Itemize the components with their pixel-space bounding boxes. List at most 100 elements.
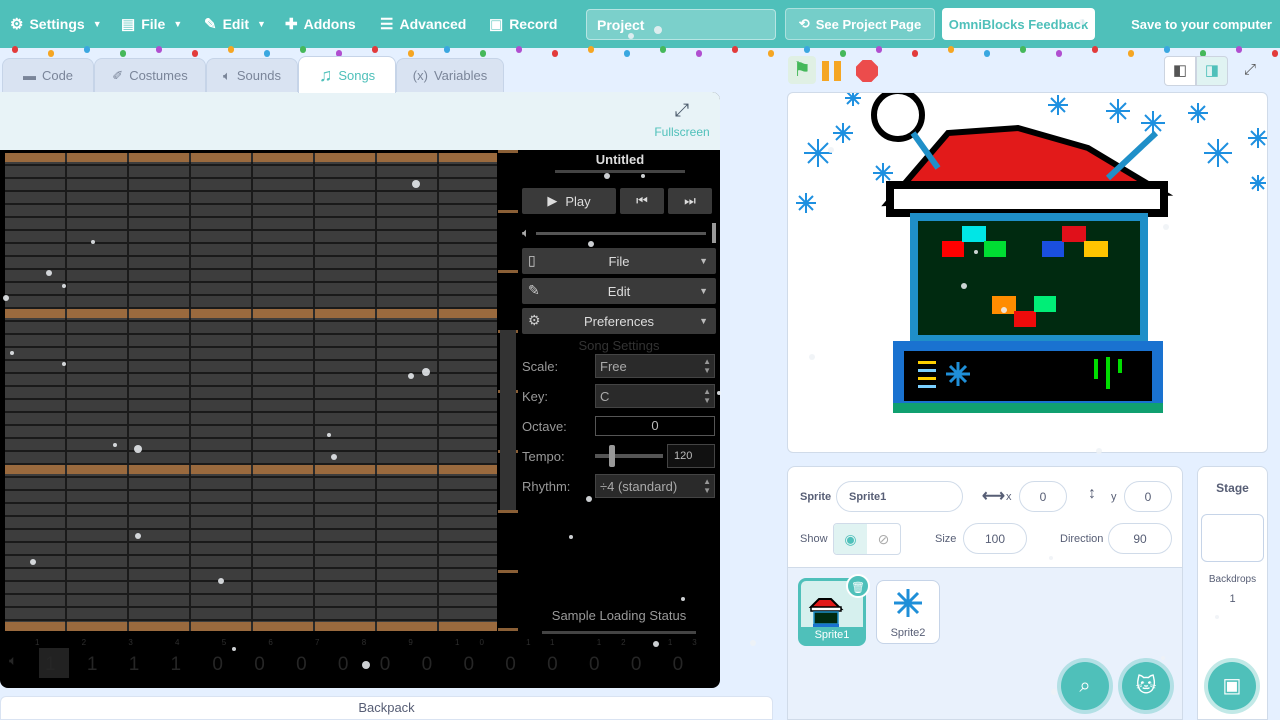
tab-sounds[interactable]: 🔈︎ Sounds xyxy=(206,58,298,92)
file-dropdown[interactable]: ▯ File ▼ xyxy=(522,248,716,274)
search-sprite-button[interactable]: ⌕ xyxy=(1061,662,1109,710)
tab-songs[interactable]: ♫ Songs xyxy=(298,56,396,93)
editor-toolbar: ⤢ Fullscreen xyxy=(0,92,720,150)
pencil-icon: ✎ xyxy=(204,16,217,33)
light-bulb xyxy=(120,50,126,57)
add-sprite-button[interactable]: 🐱︎ xyxy=(1122,662,1170,710)
addons-menu[interactable]: ✚ Addons xyxy=(285,0,356,48)
sample-loading-status: Sample Loading Status xyxy=(551,608,687,623)
song-control-panel: Untitled ▶ Play ⏮︎ ⏭︎ 🔈︎ ▯ File ▼ ✎ Edit… xyxy=(522,152,718,634)
large-stage-button[interactable]: ◨ xyxy=(1196,56,1228,86)
eye-icon[interactable]: ◉ xyxy=(834,524,867,554)
fullscreen-button[interactable]: ⤢ Fullscreen xyxy=(652,100,712,146)
file-menu-label: File xyxy=(141,16,166,32)
fullscreen-stage-button[interactable]: ⤢ xyxy=(1234,56,1266,86)
tempo-slider[interactable] xyxy=(595,445,663,467)
updown-icon: ▲ ▼ xyxy=(703,387,711,405)
volume-slider[interactable] xyxy=(535,231,706,235)
eye-hidden-icon[interactable]: ⊘ xyxy=(867,524,900,554)
preferences-dropdown[interactable]: ⚙ Preferences ▼ xyxy=(522,308,716,334)
chevron-down-icon: ▼ xyxy=(173,19,183,29)
sprite-info-panel: Sprite ⟷ x 0 ↕ y 0 Show ◉ ⊘ Size 100 Dir… xyxy=(787,466,1183,568)
octave-marker xyxy=(498,570,518,573)
record-menu-label: Record xyxy=(509,16,558,32)
advanced-menu[interactable]: ☰ Advanced xyxy=(380,0,466,48)
tab-songs-label: Songs xyxy=(338,67,376,83)
file-menu[interactable]: ▤ File ▼ xyxy=(121,0,182,48)
settings-menu[interactable]: ⚙ Settings ▼ xyxy=(10,0,102,48)
delete-sprite-button[interactable]: 🗑︎ xyxy=(846,574,870,598)
camera-icon: ▣ xyxy=(489,16,504,33)
direction-input[interactable]: 90 xyxy=(1108,523,1172,554)
light-bulb xyxy=(480,50,486,57)
key-select[interactable]: C ▲ ▼ xyxy=(595,384,715,408)
tempo-row: Tempo: 120 xyxy=(522,444,718,468)
tempo-thumb[interactable] xyxy=(609,445,615,467)
sequence-step-numbers: 1 2 3 4 5 6 7 8 9 10 11 12 13 14 15 16 xyxy=(35,638,720,647)
scale-label: Scale: xyxy=(522,358,559,374)
light-bulb xyxy=(552,50,558,57)
add-backdrop-button[interactable]: ▣ xyxy=(1208,662,1256,710)
stage-canvas[interactable] xyxy=(787,92,1268,453)
edit-dropdown[interactable]: ✎ Edit ▼ xyxy=(522,278,716,304)
rhythm-value: ÷4 (standard) xyxy=(600,478,678,494)
octave-marker xyxy=(498,628,518,631)
project-title-input[interactable] xyxy=(586,9,776,40)
skip-back-icon: ⏮︎ xyxy=(636,193,648,208)
volume-thumb[interactable] xyxy=(712,223,716,243)
sprite-thumb[interactable]: Sprite2 xyxy=(876,580,940,644)
stage-thumbnail[interactable] xyxy=(1201,514,1264,562)
x-input[interactable]: 0 xyxy=(1019,481,1067,512)
trash-icon: 🗑︎ xyxy=(851,582,865,594)
see-project-page-button[interactable]: ⟲ See Project Page xyxy=(785,8,935,40)
song-editor: ⤢ Fullscreen Untitled ▶ Play ⏮︎ ⏭︎ 🔈︎ ▯ … xyxy=(0,92,720,688)
note-grid[interactable] xyxy=(5,153,497,631)
pause-icon xyxy=(834,61,841,81)
tab-costumes[interactable]: ✐ Costumes xyxy=(94,58,206,92)
feedback-button[interactable]: OmniBlocks Feedback xyxy=(942,8,1095,40)
tempo-input[interactable]: 120 xyxy=(667,444,715,468)
record-menu[interactable]: ▣ Record xyxy=(489,0,557,48)
updown-icon: ▲ ▼ xyxy=(703,357,711,375)
snowflake-icon xyxy=(894,589,922,617)
y-input[interactable]: 0 xyxy=(1124,481,1172,512)
play-button[interactable]: ▶ Play xyxy=(522,188,616,214)
stage-title: Stage xyxy=(1216,481,1249,495)
stop-button[interactable] xyxy=(856,60,878,82)
sprite-name-input[interactable] xyxy=(836,481,963,512)
save-to-computer-button[interactable]: Save to your computer xyxy=(1131,0,1272,48)
next-bar-button[interactable]: ⏭︎ xyxy=(668,188,712,214)
light-bulb xyxy=(624,50,630,57)
small-stage-button[interactable]: ◧ xyxy=(1164,56,1196,86)
playback-progress[interactable] xyxy=(555,170,685,173)
fullscreen-icon: ⤢ xyxy=(1243,61,1256,78)
rhythm-select[interactable]: ÷4 (standard) ▲ ▼ xyxy=(595,474,715,498)
sequence-step-values[interactable]: 1 1 1 1 0 0 0 0 0 0 0 0 0 0 0 0 xyxy=(45,654,696,676)
scroll-thumb[interactable] xyxy=(500,330,516,510)
scale-row: Scale: Free ▲ ▼ xyxy=(522,354,718,378)
volume-icon: 🔈︎ xyxy=(522,225,530,240)
pause-button[interactable] xyxy=(822,61,844,81)
octave-marker xyxy=(498,510,518,513)
octave-scrollbar[interactable] xyxy=(498,150,518,635)
octave-input[interactable]: 0 xyxy=(595,416,715,436)
see-project-page-label: See Project Page xyxy=(815,16,922,32)
chevron-down-icon: ▼ xyxy=(257,19,266,29)
tab-variables[interactable]: (x) Variables xyxy=(396,58,504,92)
light-bulb xyxy=(768,50,774,57)
song-title: Untitled xyxy=(595,152,645,167)
volume-control: 🔈︎ xyxy=(522,222,716,244)
feedback-label: OmniBlocks Feedback xyxy=(948,16,1089,32)
light-bulb xyxy=(408,50,414,57)
tab-code-label: Code xyxy=(41,68,74,83)
tab-code[interactable]: ▬ Code xyxy=(2,58,94,92)
edit-menu[interactable]: ✎ Edit ▼ xyxy=(204,0,266,48)
backpack[interactable]: Backpack xyxy=(0,696,773,720)
horizontal-arrows-icon: ⟷ xyxy=(982,488,1005,505)
sprite-thumb-label: Sprite1 xyxy=(801,627,863,643)
direction-label: Direction xyxy=(1060,533,1104,545)
green-flag-button[interactable]: ⚑ xyxy=(788,56,816,84)
scale-select[interactable]: Free ▲ ▼ xyxy=(595,354,715,378)
previous-bar-button[interactable]: ⏮︎ xyxy=(620,188,664,214)
size-input[interactable]: 100 xyxy=(963,523,1027,554)
